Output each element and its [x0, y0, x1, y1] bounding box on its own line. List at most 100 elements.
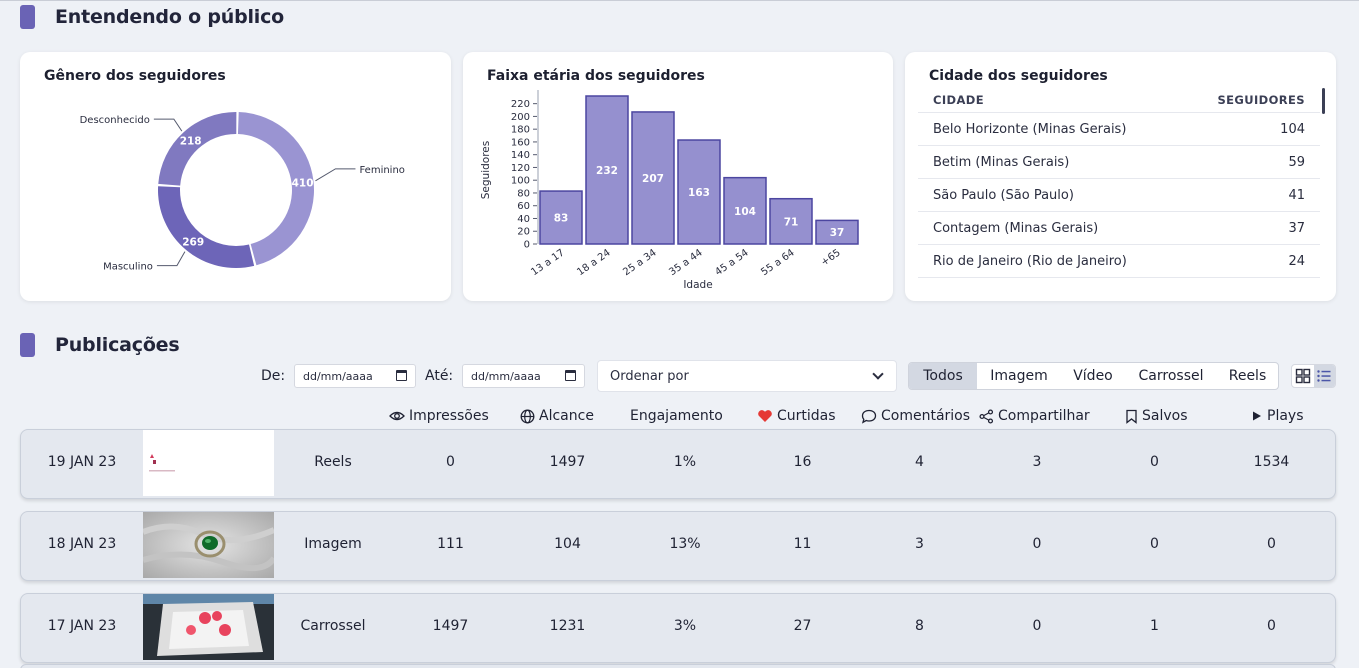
- cities-scrollbar[interactable]: [1322, 88, 1325, 114]
- from-date-placeholder: dd/mm/aaaa: [303, 370, 373, 383]
- order-by-select[interactable]: Ordenar por: [597, 360, 897, 392]
- bookmark-icon: [1126, 409, 1137, 424]
- city-row: Contagem (Minas Gerais) 37: [918, 211, 1320, 244]
- post-row[interactable]: 17 JAN 23 Carrossel 1497 1231 3% 27 8 0 …: [20, 593, 1336, 663]
- followers-column-header: SEGUIDORES: [1217, 93, 1305, 107]
- saved-label: Salvos: [1142, 408, 1188, 424]
- post-likes: 27: [793, 618, 812, 634]
- post-thumbnail[interactable]: [143, 594, 274, 660]
- post-impressions: 111: [437, 536, 464, 552]
- top-divider: [0, 0, 1359, 1]
- tab-video[interactable]: Vídeo: [1061, 363, 1125, 389]
- post-row[interactable]: 19 JAN 23 Reels 0 1497 1% 16 4 3 0 1534: [20, 429, 1336, 499]
- impressions-column-header[interactable]: Impressões: [389, 408, 489, 424]
- city-row: São Paulo (São Paulo) 41: [918, 178, 1320, 211]
- post-comments: 8: [915, 618, 924, 634]
- post-engagement: 13%: [669, 536, 701, 552]
- x-tick-label: 45 a 54: [713, 247, 750, 278]
- post-saved: 1: [1150, 618, 1159, 634]
- to-date-input[interactable]: dd/mm/aaaa: [462, 364, 585, 388]
- tab-reels[interactable]: Reels: [1217, 363, 1278, 389]
- y-tick-label: 160: [511, 137, 530, 148]
- engagement-column-header[interactable]: Engajamento: [630, 408, 723, 424]
- post-row[interactable]: 18 JAN 23 Imagem 111 104 13% 11 3 0 0 0: [20, 511, 1336, 581]
- city-name: Contagem (Minas Gerais): [933, 221, 1099, 236]
- city-column-header: CIDADE: [933, 93, 984, 107]
- tab-imagem[interactable]: Imagem: [977, 363, 1061, 389]
- tab-carrossel[interactable]: Carrossel: [1125, 363, 1217, 389]
- donut-value-label: 410: [292, 177, 314, 189]
- post-plays: 0: [1267, 618, 1276, 634]
- city-followers: 104: [1280, 122, 1305, 137]
- audience-section-header: Entendendo o público: [20, 5, 284, 29]
- likes-column-header[interactable]: Curtidas: [757, 408, 836, 424]
- x-tick-label: +65: [819, 247, 843, 268]
- calendar-icon[interactable]: [396, 370, 407, 381]
- y-tick-label: 0: [524, 240, 530, 251]
- to-date-placeholder: dd/mm/aaaa: [471, 370, 541, 383]
- post-plays: 1534: [1253, 454, 1290, 470]
- post-impressions: 0: [446, 454, 455, 470]
- impressions-label: Impressões: [409, 408, 489, 424]
- globe-icon: [520, 409, 535, 423]
- age-bar-value-label: 71: [784, 216, 799, 228]
- from-date-input[interactable]: dd/mm/aaaa: [294, 364, 416, 388]
- age-bar-value-label: 232: [596, 165, 618, 177]
- list-view-button[interactable]: [1313, 365, 1335, 387]
- post-reach: 1231: [549, 618, 586, 634]
- publications-section-title: Publicações: [55, 334, 180, 356]
- y-tick-label: 20: [517, 227, 530, 238]
- post-type: Carrossel: [300, 618, 366, 634]
- comment-icon: [861, 409, 877, 424]
- view-toggle: [1291, 364, 1336, 388]
- post-shares: 3: [1032, 454, 1042, 470]
- post-engagement: 3%: [673, 618, 697, 634]
- post-date: 17 JAN 23: [47, 618, 117, 634]
- post-plays: 0: [1267, 536, 1276, 552]
- y-tick-label: 80: [517, 188, 530, 199]
- gender-donut-chart: 410 Feminino 269 Masculino 218 Desconhecido: [80, 112, 405, 273]
- heart-icon: [758, 410, 772, 422]
- city-name: Betim (Minas Gerais): [933, 155, 1070, 170]
- city-name: Rio de Janeiro (Rio de Janeiro): [933, 254, 1127, 269]
- age-bar-value-label: 83: [554, 213, 569, 225]
- age-bar-value-label: 207: [642, 173, 664, 185]
- city-name: Belo Horizonte (Minas Gerais): [933, 122, 1127, 137]
- post-impressions: 1497: [432, 618, 469, 634]
- calendar-icon[interactable]: [565, 370, 576, 381]
- post-thumbnail[interactable]: [143, 512, 274, 578]
- audience-section-title: Entendendo o público: [55, 6, 285, 28]
- y-tick-label: 40: [517, 214, 530, 225]
- grid-view-button[interactable]: [1292, 365, 1314, 387]
- post-saved: 0: [1150, 536, 1159, 552]
- age-bar-value-label: 163: [688, 187, 710, 199]
- comments-label: Comentários: [881, 408, 971, 424]
- reach-label: Alcance: [539, 408, 594, 424]
- post-shares: 0: [1032, 618, 1042, 634]
- city-row: Betim (Minas Gerais) 59: [918, 145, 1320, 178]
- post-saved: 0: [1150, 454, 1159, 470]
- reach-column-header[interactable]: Alcance: [520, 408, 594, 424]
- post-row-partial: [20, 664, 1336, 668]
- eye-icon: [389, 411, 405, 421]
- post-thumbnail[interactable]: [143, 430, 274, 496]
- city-followers: 24: [1288, 254, 1305, 269]
- post-comments: 3: [915, 536, 924, 552]
- from-date-label: De:: [261, 368, 286, 384]
- y-tick-label: 120: [511, 163, 530, 174]
- order-by-value: Ordenar por: [610, 369, 689, 384]
- play-icon: [1253, 411, 1261, 421]
- tab-todos[interactable]: Todos: [909, 363, 977, 389]
- city-row: Rio de Janeiro (Rio de Janeiro) 24: [918, 244, 1320, 277]
- donut-leader-line: [315, 168, 356, 182]
- saved-column-header[interactable]: Salvos: [1125, 408, 1188, 424]
- plays-column-header[interactable]: Plays: [1251, 408, 1304, 424]
- cities-list[interactable]: Belo Horizonte (Minas Gerais) 104 Betim …: [918, 112, 1320, 290]
- post-engagement: 1%: [673, 454, 697, 470]
- comments-column-header[interactable]: Comentários: [861, 408, 970, 424]
- plays-label: Plays: [1267, 408, 1304, 424]
- post-date: 18 JAN 23: [47, 536, 117, 552]
- shares-column-header[interactable]: Compartilhar: [979, 408, 1090, 424]
- donut-category-label: Masculino: [103, 262, 153, 273]
- city-followers: 59: [1288, 155, 1305, 170]
